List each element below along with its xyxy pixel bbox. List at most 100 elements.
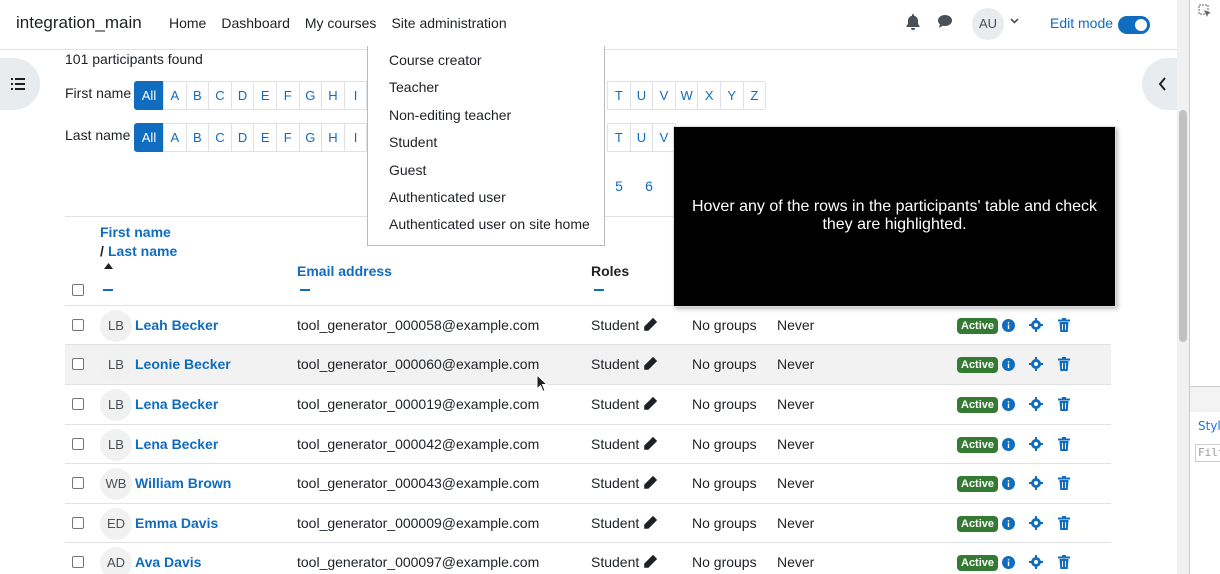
gear-icon[interactable] [1029,318,1043,332]
info-icon[interactable] [1002,319,1015,332]
first-initial-z[interactable]: Z [742,81,767,110]
info-icon[interactable] [1002,398,1015,411]
devtools-styles-tab[interactable]: Styl [1198,419,1220,433]
first-initial-w[interactable]: W [674,81,699,110]
edit-role-pencil-icon[interactable] [643,357,657,371]
devtools-splitter[interactable] [1190,386,1220,412]
collapse-roles-column-icon[interactable] [594,289,604,291]
info-icon[interactable] [1002,438,1015,451]
collapse-email-column-icon[interactable] [300,289,310,291]
first-initial-x[interactable]: X [697,81,721,110]
page-link-6[interactable]: 6 [634,172,664,200]
first-initial-a[interactable]: A [163,81,187,110]
inspect-element-icon[interactable] [1198,4,1212,18]
first-initial-h[interactable]: H [321,81,345,110]
last-initial-d[interactable]: D [230,123,255,152]
row-checkbox[interactable] [72,556,84,568]
last-initial-b[interactable]: B [185,123,210,152]
edit-role-pencil-icon[interactable] [643,476,657,490]
nav-site-administration[interactable]: Site administration [391,15,506,31]
gear-icon[interactable] [1029,397,1043,411]
gear-icon[interactable] [1029,437,1043,451]
block-drawer-toggle[interactable] [1142,58,1177,110]
role-option-guest[interactable]: Guest [389,162,426,178]
trash-icon[interactable] [1058,318,1070,332]
role-option-non-editing-teacher[interactable]: Non-editing teacher [389,107,511,123]
last-initial-h[interactable]: H [321,123,345,152]
gear-icon[interactable] [1029,516,1043,530]
trash-icon[interactable] [1058,397,1070,411]
edit-role-pencil-icon[interactable] [643,437,657,451]
trash-icon[interactable] [1058,476,1070,490]
row-checkbox[interactable] [72,438,84,450]
role-option-course-creator[interactable]: Course creator [389,52,482,68]
table-row[interactable]: LB Lena Becker tool_generator_000042@exa… [65,424,1111,464]
first-initial-f[interactable]: F [275,81,300,110]
first-initial-y[interactable]: Y [719,81,744,110]
last-initial-all[interactable]: All [134,123,164,152]
participant-name-link[interactable]: Ava Davis [135,543,201,574]
last-initial-a[interactable]: A [163,123,187,152]
trash-icon[interactable] [1058,357,1070,371]
last-initial-i[interactable]: I [343,123,368,152]
trash-icon[interactable] [1058,437,1070,451]
table-row[interactable]: AD Ava Davis tool_generator_000097@examp… [65,542,1111,574]
table-row[interactable]: LB Lena Becker tool_generator_000019@exa… [65,384,1111,424]
role-option-authenticated-user[interactable]: Authenticated user [389,189,506,205]
edit-role-pencil-icon[interactable] [643,318,657,332]
last-initial-t[interactable]: T [607,123,631,152]
gear-icon[interactable] [1029,476,1043,490]
nav-my-courses[interactable]: My courses [305,15,377,31]
edit-role-pencil-icon[interactable] [643,516,657,530]
table-row[interactable]: LB Leah Becker tool_generator_000058@exa… [65,305,1111,345]
scrollbar-thumb[interactable] [1179,110,1187,342]
page-scrollbar[interactable] [1177,0,1189,574]
last-initial-f[interactable]: F [275,123,300,152]
table-row[interactable]: LB Leonie Becker tool_generator_000060@e… [65,344,1111,384]
row-checkbox[interactable] [72,477,84,489]
info-icon[interactable] [1002,517,1015,530]
course-index-drawer-toggle[interactable] [0,58,40,110]
participant-name-link[interactable]: Leah Becker [135,306,218,345]
collapse-name-column-icon[interactable] [103,289,113,291]
nav-dashboard[interactable]: Dashboard [221,15,290,31]
nav-home[interactable]: Home [169,15,206,31]
first-initial-v[interactable]: V [652,81,676,110]
first-initial-u[interactable]: U [629,81,654,110]
edit-mode-toggle[interactable] [1118,16,1150,34]
edit-role-pencil-icon[interactable] [643,397,657,411]
first-initial-i[interactable]: I [343,81,368,110]
participant-name-link[interactable]: Emma Davis [135,504,218,543]
select-all-checkbox[interactable] [72,284,84,296]
first-initial-c[interactable]: C [208,81,232,110]
page-link-5[interactable]: 5 [604,172,634,200]
role-option-student[interactable]: Student [389,134,437,150]
info-icon[interactable] [1002,477,1015,490]
table-row[interactable]: ED Emma Davis tool_generator_000009@exam… [65,503,1111,543]
messages-chat-icon[interactable] [937,14,953,32]
last-name-sort-header[interactable]: Last name [108,243,177,259]
last-initial-u[interactable]: U [629,123,654,152]
notifications-bell-icon[interactable] [906,14,920,33]
row-checkbox[interactable] [72,398,84,410]
table-row[interactable]: WB William Brown tool_generator_000043@e… [65,463,1111,503]
devtools-filter-input[interactable]: Filt [1195,444,1220,462]
first-initial-all[interactable]: All [134,81,164,110]
first-initial-e[interactable]: E [253,81,277,110]
participant-name-link[interactable]: Lena Becker [135,425,218,464]
first-initial-t[interactable]: T [607,81,631,110]
last-initial-e[interactable]: E [253,123,277,152]
user-menu-chevron-down-icon[interactable] [1010,15,1019,27]
email-sort-header[interactable]: Email address [297,263,392,279]
first-initial-b[interactable]: B [185,81,210,110]
user-avatar[interactable]: AU [972,8,1004,40]
gear-icon[interactable] [1029,357,1043,371]
trash-icon[interactable] [1058,555,1070,569]
site-brand[interactable]: integration_main [16,13,142,33]
row-checkbox[interactable] [72,358,84,370]
edit-role-pencil-icon[interactable] [643,555,657,569]
info-icon[interactable] [1002,556,1015,569]
info-icon[interactable] [1002,358,1015,371]
participant-name-link[interactable]: Lena Becker [135,385,218,424]
role-option-authenticated-user-site-home[interactable]: Authenticated user on site home [389,216,590,232]
